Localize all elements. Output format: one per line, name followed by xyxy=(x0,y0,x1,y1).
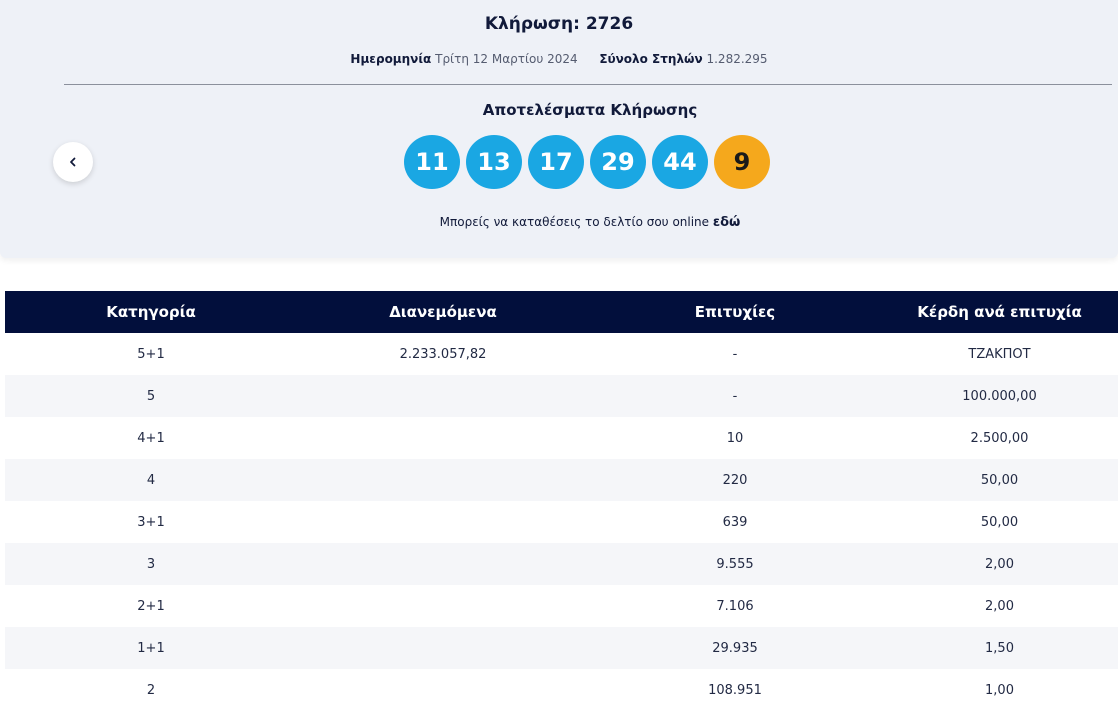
chevron-left-icon xyxy=(70,157,76,167)
header-distributed: Διανεμόμενα xyxy=(389,303,497,321)
number-ball: 29 xyxy=(590,135,646,189)
draw-title: Κλήρωση: 2726 xyxy=(484,14,634,34)
table-header-row: Κατηγορία Διανεμόμενα Επιτυχίες Κέρδη αν… xyxy=(5,291,1118,333)
winners-cell: 9.555 xyxy=(716,556,754,572)
winners-cell: - xyxy=(732,388,738,404)
table-row: 5+1 2.233.057,82 - ΤΖΑΚΠΟΤ xyxy=(5,333,1118,375)
table-row: 1+1 29.935 1,50 xyxy=(5,627,1118,669)
prize-cell: 2.500,00 xyxy=(970,430,1029,446)
distributed-cell xyxy=(297,627,589,669)
category-cell: 3 xyxy=(146,556,156,572)
previous-draw-button[interactable] xyxy=(53,142,93,182)
winners-cell: 220 xyxy=(722,472,748,488)
category-cell: 2+1 xyxy=(137,598,165,614)
online-note: Μπορείς να καταθέσεις το δελτίο σου onli… xyxy=(0,215,1118,230)
table-row: 2 108.951 1,00 xyxy=(5,669,1118,711)
distributed-cell: 2.233.057,82 xyxy=(399,346,487,362)
winning-numbers: 11 13 17 29 44 9 xyxy=(404,135,770,189)
winners-cell: 7.106 xyxy=(716,598,754,614)
distributed-cell xyxy=(297,375,589,417)
category-cell: 3+1 xyxy=(137,514,165,530)
results-title: Αποτελέσματα Κλήρωσης xyxy=(482,101,698,119)
winners-cell: 10 xyxy=(726,430,744,446)
distributed-cell xyxy=(297,543,589,585)
prize-cell: 100.000,00 xyxy=(962,388,1037,404)
number-ball: 13 xyxy=(466,135,522,189)
category-cell: 5+1 xyxy=(137,346,165,362)
prize-table: Κατηγορία Διανεμόμενα Επιτυχίες Κέρδη αν… xyxy=(5,291,1118,711)
distributed-cell xyxy=(297,459,589,501)
header-prize-per-winner: Κέρδη ανά επιτυχία xyxy=(917,303,1082,321)
online-note-text: Μπορείς να καταθέσεις το δελτίο σου onli… xyxy=(439,215,710,229)
table-row: 3+1 639 50,00 xyxy=(5,501,1118,543)
table-row: 2+1 7.106 2,00 xyxy=(5,585,1118,627)
winners-cell: - xyxy=(732,346,738,362)
draw-info-card: Κλήρωση: 2726 Ημερομηνία Τρίτη 12 Μαρτίο… xyxy=(0,0,1118,258)
bonus-ball: 9 xyxy=(714,135,770,189)
table-row: 3 9.555 2,00 xyxy=(5,543,1118,585)
table-row: 4 220 50,00 xyxy=(5,459,1118,501)
date-value: Τρίτη 12 Μαρτίου 2024 xyxy=(435,52,578,66)
number-ball: 17 xyxy=(528,135,584,189)
prize-cell: 50,00 xyxy=(980,472,1019,488)
distributed-cell xyxy=(297,417,589,459)
prize-cell: ΤΖΑΚΠΟΤ xyxy=(968,346,1031,362)
prize-cell: 1,50 xyxy=(985,640,1014,656)
online-link[interactable]: εδώ xyxy=(713,215,740,230)
number-ball: 44 xyxy=(652,135,708,189)
winners-cell: 29.935 xyxy=(712,640,758,656)
distributed-cell xyxy=(297,585,589,627)
table-row: 5 - 100.000,00 xyxy=(5,375,1118,417)
prize-cell: 50,00 xyxy=(980,514,1019,530)
columns-value: 1.282.295 xyxy=(706,52,768,66)
winners-cell: 639 xyxy=(722,514,748,530)
category-cell: 4+1 xyxy=(137,430,165,446)
table-row: 4+1 10 2.500,00 xyxy=(5,417,1118,459)
category-cell: 2 xyxy=(146,682,156,698)
category-cell: 5 xyxy=(146,388,156,404)
columns-label: Σύνολο Στηλών xyxy=(599,52,703,66)
number-ball: 11 xyxy=(404,135,460,189)
divider xyxy=(64,84,1112,85)
category-cell: 4 xyxy=(146,472,156,488)
category-cell: 1+1 xyxy=(137,640,165,656)
date-label: Ημερομηνία xyxy=(350,52,432,66)
header-winners: Επιτυχίες xyxy=(694,303,776,321)
distributed-cell xyxy=(297,501,589,543)
distributed-cell xyxy=(297,669,589,711)
winners-cell: 108.951 xyxy=(708,682,762,698)
prize-cell: 2,00 xyxy=(985,556,1014,572)
prize-cell: 1,00 xyxy=(985,682,1014,698)
prize-cell: 2,00 xyxy=(985,598,1014,614)
header-category: Κατηγορία xyxy=(106,303,196,321)
draw-meta: Ημερομηνία Τρίτη 12 Μαρτίου 2024 Σύνολο … xyxy=(0,52,1118,66)
